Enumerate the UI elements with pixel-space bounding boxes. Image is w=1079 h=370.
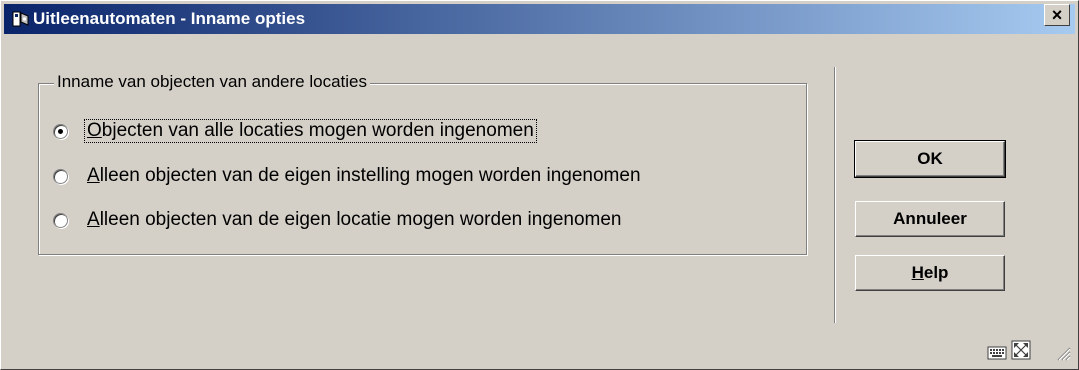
radio-label-eigen-locatie[interactable]: Alleen objecten van de eigen locatie mog…: [85, 209, 624, 231]
resize-grip-icon[interactable]: [1053, 343, 1071, 361]
radio-option-eigen-locatie[interactable]: Alleen objecten van de eigen locatie mog…: [53, 208, 624, 232]
radio-button[interactable]: [53, 168, 68, 184]
radio-label-text: lleen objecten van de eigen instelling m…: [99, 165, 641, 186]
ok-button-label: OK: [917, 149, 943, 168]
title-bar[interactable]: Uitleenautomaten - Inname opties: [4, 4, 1075, 34]
radio-label-eigen-instelling[interactable]: Alleen objecten van de eigen instelling …: [85, 165, 643, 187]
accesskey-letter: A: [87, 165, 100, 186]
accesskey-letter: O: [87, 120, 102, 141]
keyboard-icon[interactable]: [987, 342, 1007, 362]
radio-option-eigen-instelling[interactable]: Alleen objecten van de eigen instelling …: [53, 164, 643, 188]
window-title: Uitleenautomaten - Inname opties: [33, 9, 306, 28]
dialog-window: Uitleenautomaten - Inname opties × Innam…: [0, 0, 1079, 370]
close-icon: ×: [1051, 5, 1063, 25]
vertical-separator-highlight: [835, 67, 836, 323]
radio-label-alle-locaties[interactable]: Objecten van alle locaties mogen worden …: [84, 119, 537, 143]
radio-button-checked[interactable]: [53, 123, 68, 139]
radio-option-alle-locaties[interactable]: Objecten van alle locaties mogen worden …: [53, 119, 537, 143]
groupbox-legend: Inname van objecten van andere locaties: [54, 72, 370, 92]
radio-label-text: lleen objecten van de eigen locatie moge…: [99, 209, 622, 230]
fullscreen-icon[interactable]: [1011, 340, 1031, 360]
ok-button[interactable]: OK: [854, 140, 1006, 178]
radio-label-text: bjecten van alle locaties mogen worden i…: [101, 120, 534, 141]
close-button[interactable]: ×: [1044, 4, 1070, 26]
accesskey-letter: H: [911, 263, 924, 282]
accesskey-letter: A: [87, 209, 100, 230]
cancel-button-label: Annuleer: [893, 209, 967, 228]
app-icon: [12, 11, 29, 27]
cancel-button[interactable]: Annuleer: [855, 201, 1005, 237]
help-button[interactable]: Help: [855, 255, 1005, 291]
help-button-label: elp: [923, 263, 949, 282]
radio-button[interactable]: [53, 212, 68, 228]
